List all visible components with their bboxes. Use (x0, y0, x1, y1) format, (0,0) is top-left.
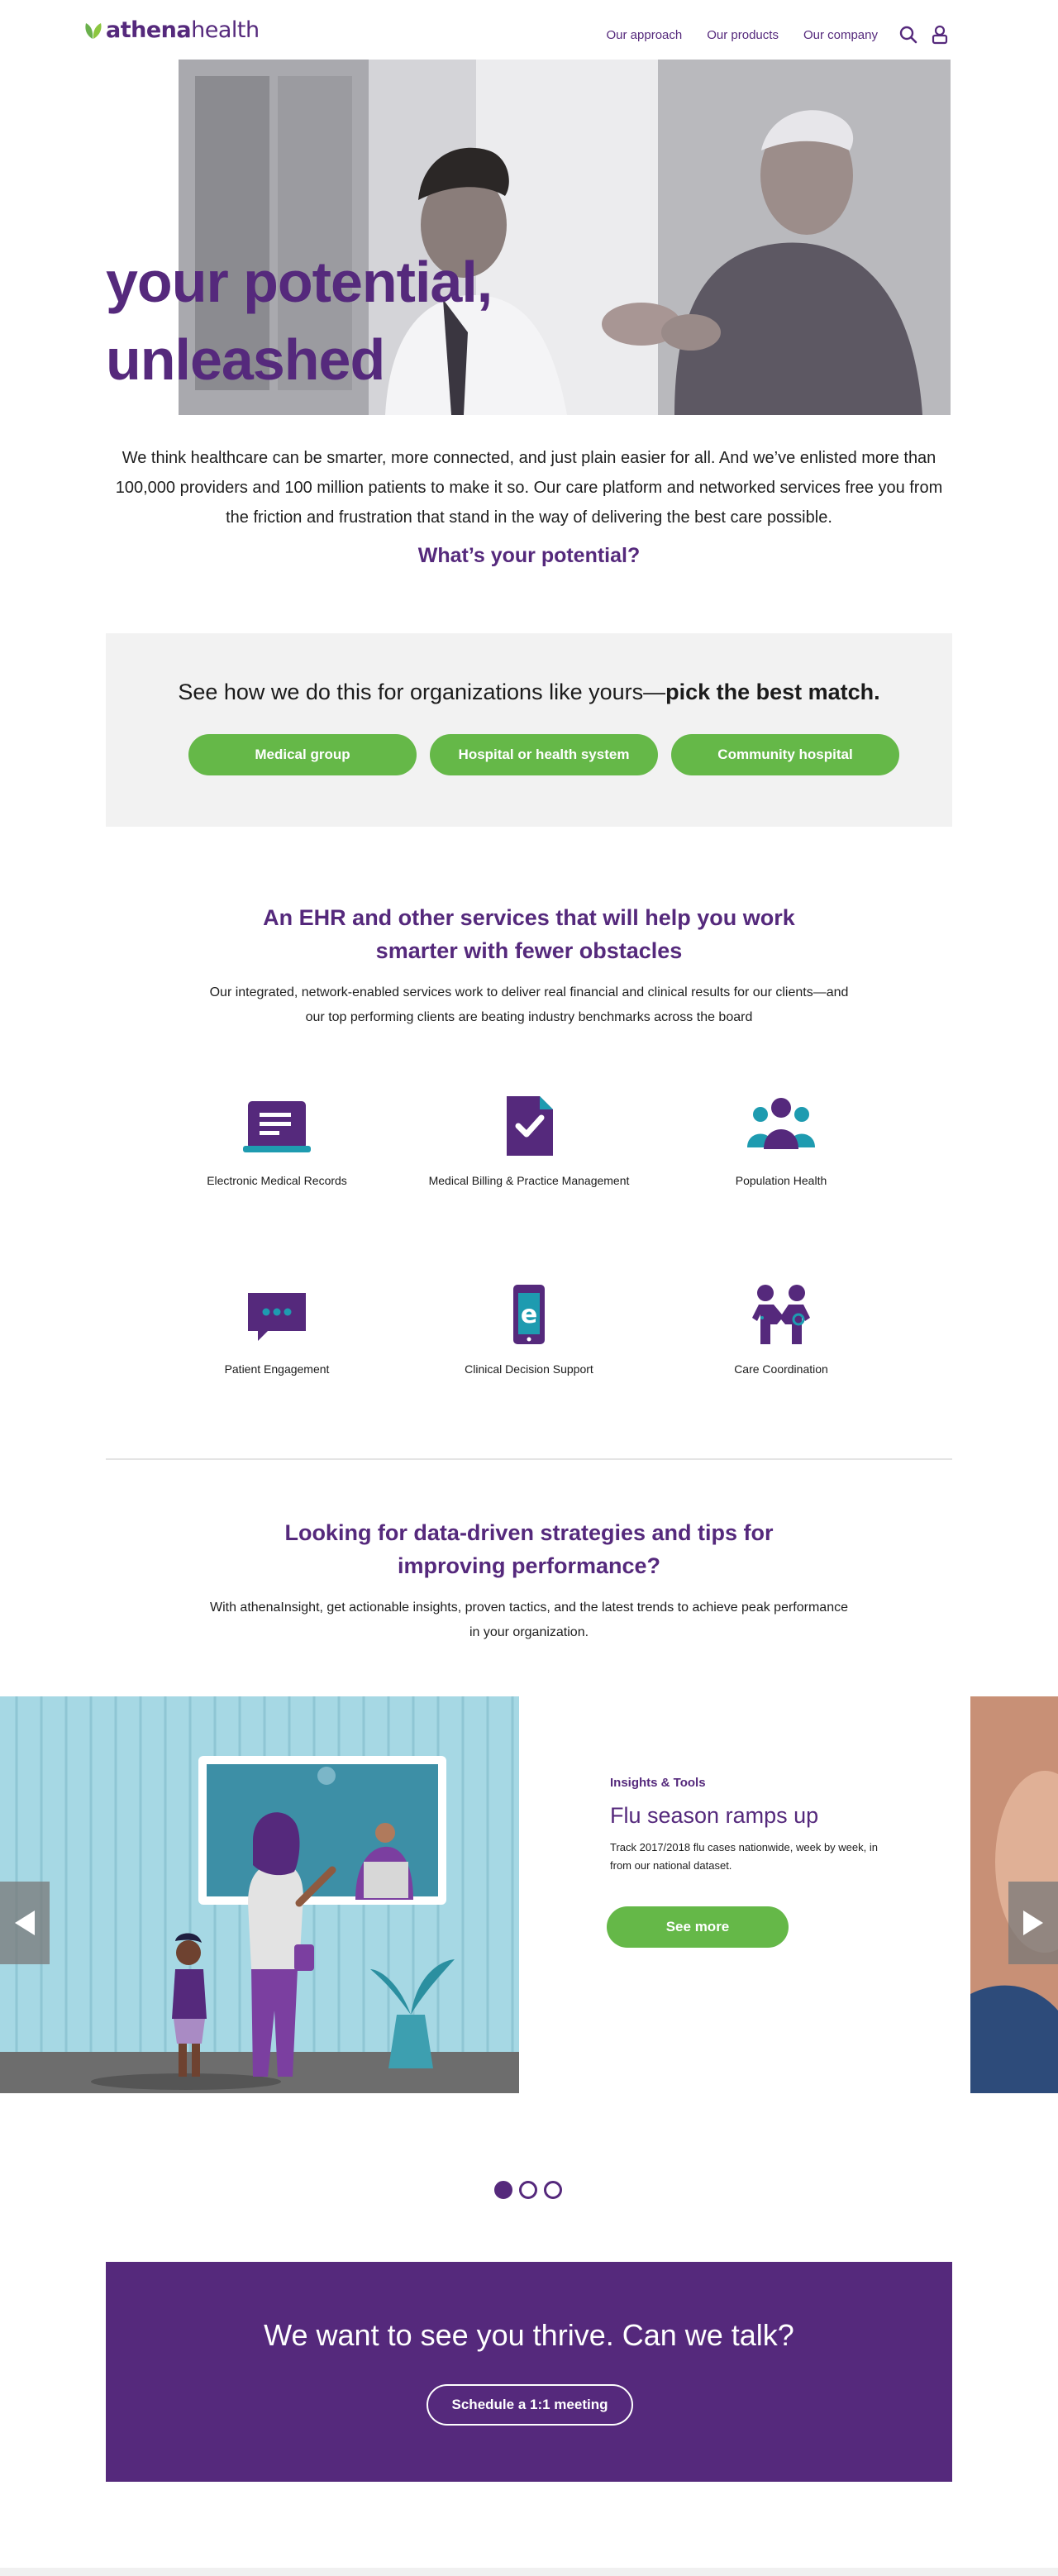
schedule-meeting-button[interactable]: Schedule a 1:1 meeting (427, 2384, 633, 2426)
intro-paragraph: We think healthcare can be smarter, more… (115, 449, 943, 527)
nav-our-approach[interactable]: Our approach (607, 28, 683, 42)
org-match-title-bold: pick the best match. (665, 680, 880, 704)
carousel-dots (494, 2181, 562, 2199)
service-care-coordination[interactable]: Care Coordination (674, 1281, 889, 1377)
carousel-dot-1[interactable] (494, 2181, 512, 2199)
slide-kicker: Insights & Tools (610, 1776, 706, 1790)
service-label: Medical Billing & Practice Management (428, 1174, 630, 1187)
medical-group-button[interactable]: Medical group (188, 734, 417, 775)
service-label: Electronic Medical Records (207, 1174, 347, 1187)
flu-season-illustration (0, 1696, 519, 2093)
hospital-health-system-button[interactable]: Hospital or health system (430, 734, 658, 775)
org-match-title-regular: See how we do this for organizations lik… (178, 680, 666, 704)
service-electronic-medical-records[interactable]: Electronic Medical Records (169, 1093, 384, 1189)
insights-heading-line-1: Looking for data-driven strategies and t… (284, 1520, 774, 1545)
logo-wordmark-bold: athena (106, 17, 192, 43)
search-icon[interactable] (899, 25, 917, 45)
org-match-title: See how we do this for organizations lik… (106, 680, 952, 705)
see-more-button[interactable]: See more (607, 1906, 789, 1948)
athenahealth-logo[interactable]: athenahealth (83, 18, 260, 43)
checkmark-document-icon (507, 1096, 553, 1156)
cta-title: We want to see you thrive. Can we talk? (264, 2318, 794, 2352)
service-label: Care Coordination (734, 1362, 828, 1376)
contact-cta-banner: We want to see you thrive. Can we talk? … (106, 2262, 952, 2482)
hero-title-line-2: unleashed (106, 327, 385, 392)
nav-our-company[interactable]: Our company (803, 28, 878, 42)
hero-title: your potential, unleashed (106, 243, 493, 398)
potential-heading: What’s your potential? (417, 544, 641, 567)
section-divider (106, 1458, 952, 1460)
slide-content: Insights & Tools Flu season ramps up Tra… (610, 1776, 891, 1875)
group-icon (747, 1098, 815, 1149)
service-patient-engagement[interactable]: Patient Engagement (169, 1281, 384, 1377)
carousel-prev-button[interactable] (0, 1882, 50, 1964)
org-button-group: Medical group Hospital or health system … (188, 734, 899, 775)
insights-heading-line-2: improving performance? (397, 1553, 661, 1578)
leaf-icon (85, 23, 102, 39)
hero-title-line-1: your potential, (106, 250, 493, 314)
services-description-line-2: our top performing clients are beating i… (305, 1010, 753, 1024)
services-heading-line-1: An EHR and other services that will help… (263, 905, 795, 930)
mobile-e-icon: e (513, 1285, 545, 1344)
svg-text:e: e (521, 1300, 537, 1329)
insights-description-line-2: in your organization. (469, 1625, 589, 1639)
carousel-dot-3[interactable] (544, 2181, 562, 2199)
insights-description: With athenaInsight, get actionable insig… (165, 1596, 893, 1645)
nav-our-products[interactable]: Our products (707, 28, 779, 42)
main-nav: Our approach Our products Our company (607, 28, 879, 42)
service-label: Clinical Decision Support (465, 1362, 593, 1376)
community-hospital-button[interactable]: Community hospital (671, 734, 899, 775)
service-label: Population Health (735, 1174, 827, 1187)
people-collaboration-icon (752, 1285, 810, 1344)
service-clinical-decision-support[interactable]: e Clinical Decision Support (422, 1281, 636, 1377)
service-medical-billing[interactable]: Medical Billing & Practice Management (422, 1093, 636, 1189)
insights-heading: Looking for data-driven strategies and t… (106, 1516, 952, 1582)
service-population-health[interactable]: Population Health (674, 1093, 889, 1189)
service-label: Patient Engagement (224, 1362, 330, 1376)
triangle-left-icon (15, 1911, 35, 1935)
footer-edge (0, 2568, 1058, 2576)
carousel-next-button[interactable] (1008, 1882, 1058, 1964)
insights-description-line-1: With athenaInsight, get actionable insig… (209, 1600, 848, 1615)
logo-wordmark-regular: health (191, 17, 260, 43)
site-header: athenahealth Our approach Our products O… (0, 0, 1058, 60)
carousel-dot-2[interactable] (519, 2181, 537, 2199)
document-list-icon (243, 1101, 311, 1152)
services-description: Our integrated, network-enabled services… (165, 980, 893, 1030)
slide-title[interactable]: Flu season ramps up (610, 1803, 891, 1829)
services-heading: An EHR and other services that will help… (106, 901, 952, 967)
triangle-right-icon (1023, 1911, 1043, 1935)
services-description-line-1: Our integrated, network-enabled services… (209, 985, 849, 999)
slide-body: Track 2017/2018 flu cases nationwide, we… (610, 1841, 878, 1872)
services-heading-line-2: smarter with fewer obstacles (375, 938, 683, 963)
user-icon[interactable] (931, 25, 949, 45)
organization-match-panel: See how we do this for organizations lik… (106, 633, 952, 827)
chat-bubble-icon (248, 1293, 306, 1341)
